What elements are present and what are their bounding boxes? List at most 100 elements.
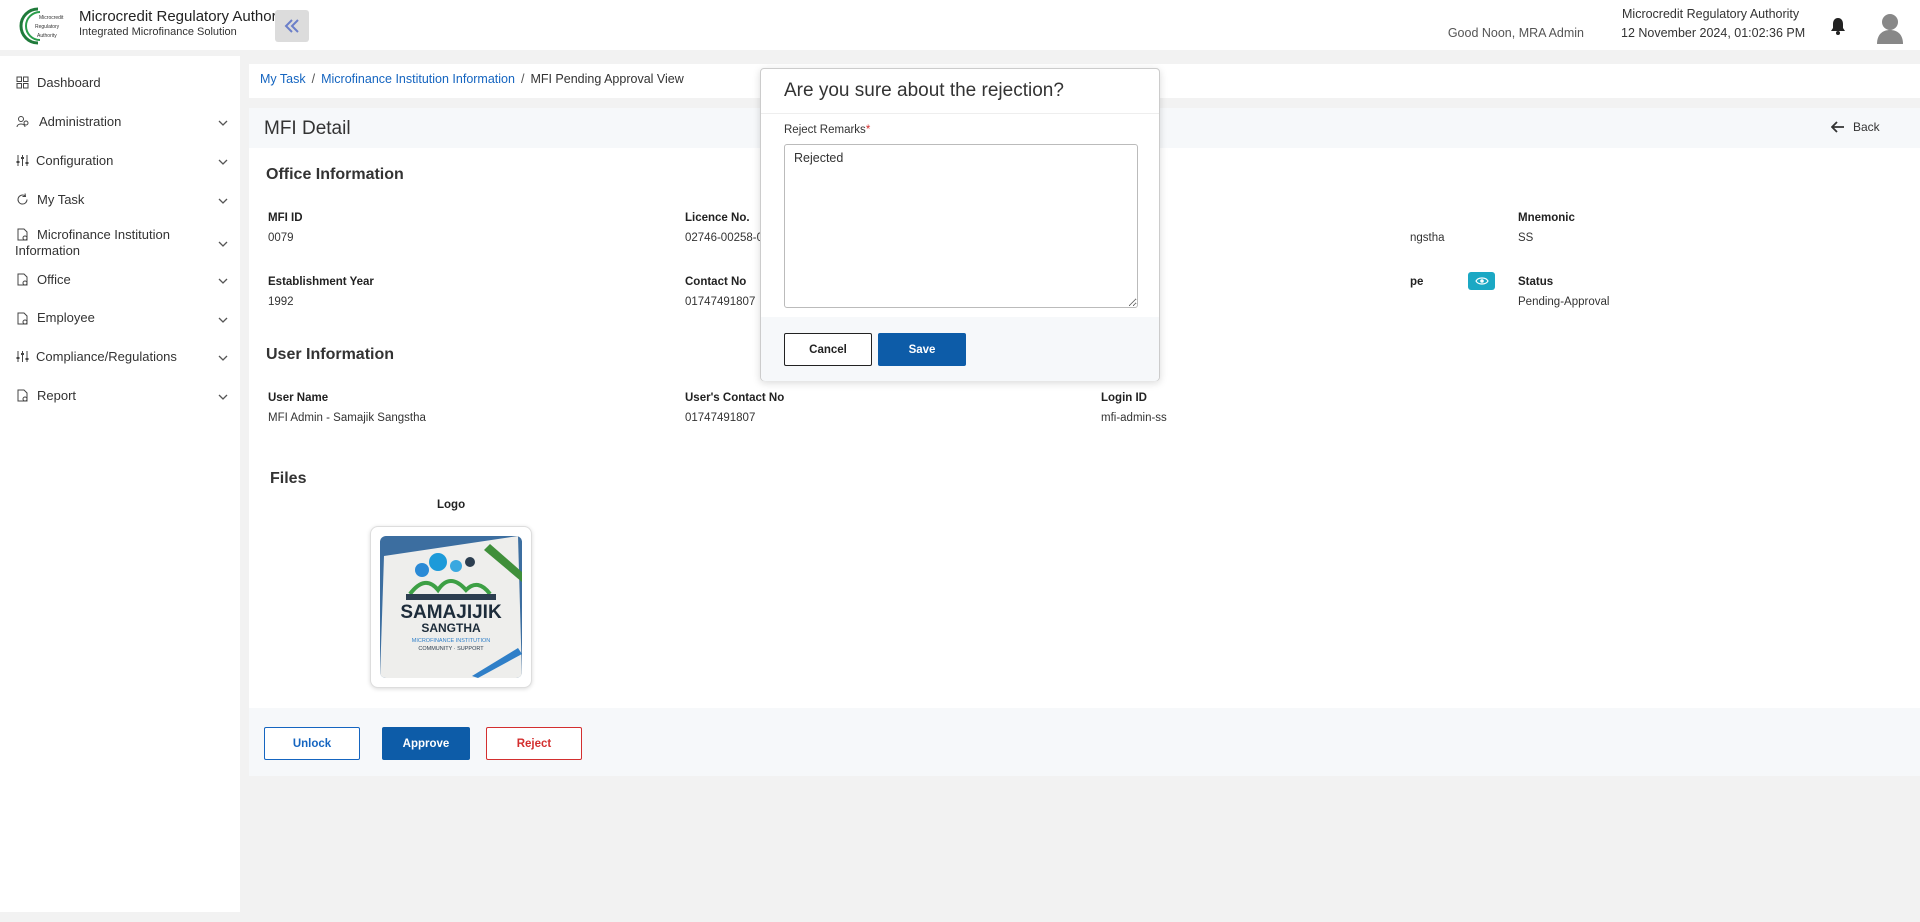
sidebar-item-label: Office — [37, 272, 71, 287]
logo-label: Logo — [437, 499, 466, 511]
field-value-licence-no: 02746-00258-0 — [685, 232, 764, 244]
svg-text:COMMUNITY · SUPPORT: COMMUNITY · SUPPORT — [418, 646, 484, 652]
org-name: Microcredit Regulatory Authority — [1622, 7, 1800, 21]
grid-icon — [16, 76, 29, 89]
cancel-button[interactable]: Cancel — [784, 333, 872, 366]
sidebar-item-label: Employee — [37, 310, 95, 325]
unlock-button[interactable]: Unlock — [264, 727, 360, 760]
sidebar-item-administration[interactable]: Administration — [0, 104, 240, 140]
sliders-icon — [16, 351, 29, 362]
breadcrumb-link-my-task[interactable]: My Task — [260, 72, 306, 86]
double-chevron-left-icon — [284, 19, 299, 33]
field-value-mfi-id: 0079 — [268, 232, 294, 244]
sidebar-collapse-button[interactable] — [275, 10, 309, 42]
breadcrumb-separator: / — [520, 72, 525, 86]
field-label-login-id: Login ID — [1101, 392, 1147, 404]
save-button[interactable]: Save — [878, 333, 966, 366]
field-value-status: Pending-Approval — [1518, 296, 1610, 308]
field-label-user-contact: User's Contact No — [685, 392, 785, 404]
sidebar-item-dashboard[interactable]: Dashboard — [0, 66, 240, 102]
svg-text:MICROFINANCE INSTITUTION: MICROFINANCE INSTITUTION — [412, 638, 491, 644]
document-icon — [17, 273, 28, 286]
svg-text:Authority: Authority — [37, 33, 57, 39]
logo-file-card[interactable]: SAMAJIJIK SANGTHA MICROFINANCE INSTITUTI… — [370, 526, 532, 688]
chevron-down-icon — [218, 278, 228, 284]
field-label-establishment-year: Establishment Year — [268, 276, 374, 288]
field-value-user-name: MFI Admin - Samajik Sangstha — [268, 412, 426, 424]
sidebar-item-label: Administration — [39, 114, 122, 129]
svg-text:Regulatory: Regulatory — [35, 24, 60, 30]
field-value-contact-no: 01747491807 — [685, 296, 756, 308]
arrow-left-icon — [1831, 121, 1844, 133]
mra-logo: Microcredit Regulatory Authority — [19, 7, 64, 45]
sliders-icon — [16, 155, 29, 166]
sidebar-item-compliance[interactable]: Compliance/Regulations — [0, 339, 240, 375]
chevron-down-icon — [218, 198, 228, 204]
field-label-status: Status — [1518, 276, 1554, 288]
field-value-mnemonic: SS — [1518, 232, 1534, 244]
breadcrumb: My Task / Microfinance Institution Informa… — [260, 72, 684, 86]
breadcrumb-current: MFI Pending Approval View — [530, 72, 684, 86]
document-icon — [17, 389, 28, 402]
bell-icon[interactable] — [1830, 17, 1846, 35]
chevron-down-icon — [218, 159, 228, 165]
eye-icon — [1474, 277, 1489, 285]
reject-remarks-label: Reject Remarks* — [784, 124, 870, 136]
sidebar-item-my-task[interactable]: My Task — [0, 181, 240, 217]
sidebar-item-label: Report — [37, 388, 77, 403]
refresh-icon — [17, 193, 28, 205]
dialog-title: Are you sure about the rejection? — [784, 80, 1064, 101]
sidebar-item-configuration[interactable]: Configuration — [0, 143, 240, 179]
required-mark: * — [865, 124, 871, 136]
reject-remarks-input[interactable]: Rejected — [784, 144, 1138, 308]
top-header: Microcredit Regulatory Authority Microcr… — [0, 0, 1920, 50]
chevron-down-icon — [218, 355, 228, 361]
sidebar-item-employee[interactable]: Employee — [0, 300, 240, 336]
back-button[interactable]: Back — [1831, 120, 1880, 134]
breadcrumb-separator: / — [311, 72, 316, 86]
users-icon — [16, 116, 29, 128]
user-avatar-icon[interactable] — [1876, 12, 1904, 44]
action-bar: Unlock Approve Reject — [249, 708, 1920, 776]
field-value-establishment-year: 1992 — [268, 296, 294, 308]
chevron-down-icon — [218, 317, 228, 323]
greeting-text: Good Noon, MRA Admin — [1447, 26, 1584, 40]
document-icon — [17, 312, 28, 325]
sidebar-item-label: My Task — [37, 192, 85, 207]
field-value-login-id: mfi-admin-ss — [1101, 412, 1167, 424]
field-value-user-contact: 01747491807 — [685, 412, 756, 424]
brand-subtitle: Integrated Microfinance Solution — [79, 26, 237, 38]
field-label-mfi-id: MFI ID — [268, 212, 303, 224]
dialog-footer: Cancel Save — [761, 317, 1159, 381]
sidebar-item-mfi-information[interactable]: Microfinance Institution Information — [0, 220, 240, 264]
page-title: MFI Detail — [264, 118, 351, 139]
view-document-button[interactable] — [1468, 272, 1495, 290]
svg-text:SANGTHA: SANGTHA — [421, 621, 481, 635]
mfi-logo-image: SAMAJIJIK SANGTHA MICROFINANCE INSTITUTI… — [380, 536, 522, 678]
reject-button[interactable]: Reject — [486, 727, 582, 760]
files-title: Files — [270, 470, 307, 487]
reject-remarks-label-text: Reject Remarks — [784, 124, 866, 136]
sidebar-item-label: Microfinance Institution Information — [15, 227, 170, 258]
dialog-divider — [761, 113, 1159, 114]
field-label-mnemonic: Mnemonic — [1518, 212, 1575, 224]
user-info-title: User Information — [266, 346, 395, 363]
svg-text:SAMAJIJIK: SAMAJIJIK — [400, 602, 502, 623]
current-datetime: 12 November 2024, 01:02:36 PM — [1621, 26, 1806, 40]
field-value-name: ngstha — [1410, 232, 1445, 244]
field-label-user-name: User Name — [268, 392, 329, 404]
field-label-licence-no: Licence No. — [685, 212, 750, 224]
field-label-contact-no: Contact No — [685, 276, 747, 288]
sidebar-item-report[interactable]: Report — [0, 377, 240, 413]
chevron-down-icon — [218, 120, 228, 126]
sidebar-item-label: Dashboard — [37, 75, 101, 90]
sidebar-item-office[interactable]: Office — [0, 262, 240, 298]
office-info-title: Office Information — [266, 166, 404, 183]
sidebar: Dashboard Administration Configuration M… — [0, 56, 240, 912]
approve-button[interactable]: Approve — [382, 727, 470, 760]
chevron-down-icon — [218, 241, 228, 247]
back-label: Back — [1853, 120, 1880, 134]
reject-confirm-dialog: Are you sure about the rejection? Reject… — [760, 68, 1160, 381]
chevron-down-icon — [218, 394, 228, 400]
breadcrumb-link-mfi-information[interactable]: Microfinance Institution Information — [321, 72, 515, 86]
